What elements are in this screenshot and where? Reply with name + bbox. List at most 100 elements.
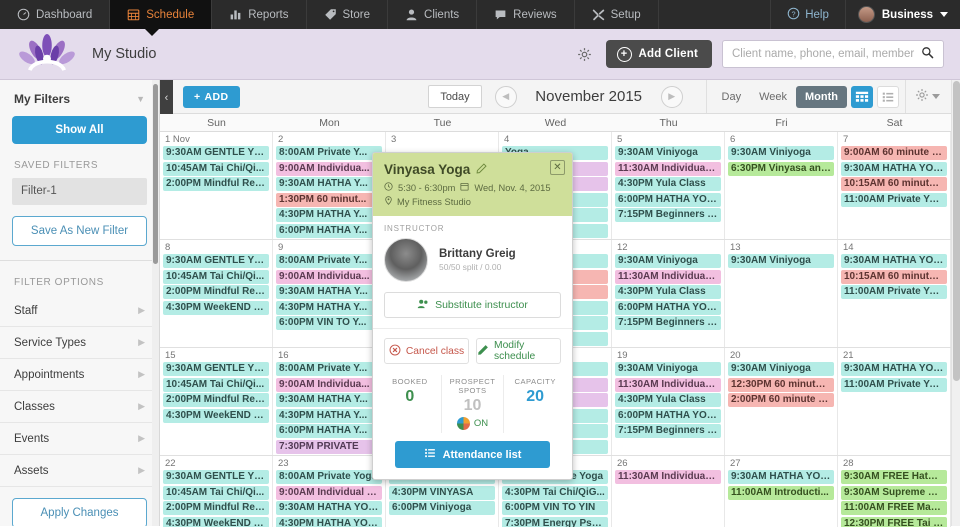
calendar-day-cell[interactable]: 26 11:30AM Individual ...	[612, 456, 725, 527]
view-button-week[interactable]: Week	[750, 86, 796, 108]
calendar-event[interactable]: 9:00AM Individua...	[276, 377, 382, 392]
calendar-event[interactable]: 9:30AM GENTLE YO...	[163, 362, 269, 376]
previous-month-button[interactable]: ◀	[494, 85, 517, 108]
calendar-event[interactable]: 4:30PM Yula Class	[615, 177, 721, 191]
calendar-event[interactable]: 4:30PM Tai Chi/QiG...	[502, 485, 608, 500]
calendar-event[interactable]: 4:30PM WeekEND Fl...	[163, 408, 269, 423]
filter-option-classes[interactable]: Classes ▶	[0, 391, 159, 423]
calendar-day-cell[interactable]: 8 9:30AM GENTLE YO... 10:45AM Tai Chi/Qi..…	[160, 240, 273, 347]
calendar-event[interactable]: 9:30AM Supreme Pe...	[841, 485, 947, 500]
calendar-event[interactable]: 10:15AM 60 minute ...	[841, 269, 947, 284]
calendar-event[interactable]: 2:00PM Mindful Res...	[163, 501, 269, 515]
calendar-day-cell[interactable]: 23 8:00AM Private Yoga 9:00AM Individual S…	[273, 456, 386, 527]
nav-item-setup[interactable]: Setup	[575, 0, 659, 29]
cancel-class-button[interactable]: Cancel class	[384, 338, 469, 364]
calendar-event[interactable]: 9:30AM GENTLE YO...	[163, 254, 269, 268]
calendar-day-cell[interactable]: 5 9:30AM Viniyoga 11:30AM Individual ... 4:…	[612, 132, 725, 239]
calendar-event[interactable]: 6:00PM HATHA Y...	[276, 424, 382, 438]
calendar-day-cell[interactable]: 6 9:30AM Viniyoga 6:30PM Vinyasa and...	[725, 132, 838, 239]
nav-item-schedule[interactable]: Schedule	[110, 0, 213, 29]
calendar-event[interactable]: 6:00PM HATHA YOGA	[615, 408, 721, 423]
calendar-event[interactable]: 11:00AM Private Yoga	[841, 192, 947, 207]
add-event-button[interactable]: + ADD	[183, 85, 240, 108]
sidebar-scrollbar-thumb[interactable]	[153, 84, 158, 264]
nav-item-reports[interactable]: Reports	[212, 0, 307, 29]
calendar-event[interactable]: 9:00AM Individual S...	[276, 485, 382, 500]
calendar-day-cell[interactable]: 12 9:30AM Viniyoga 11:30AM Individual ... 4…	[612, 240, 725, 347]
nav-item-clients[interactable]: Clients	[388, 0, 478, 29]
calendar-event[interactable]: 9:30AM Viniyoga	[728, 362, 834, 376]
calendar-event[interactable]: 11:00AM Private Yoga	[841, 285, 947, 299]
calendar-event[interactable]: 9:30AM Viniyoga	[615, 362, 721, 376]
search-icon[interactable]	[921, 46, 934, 62]
calendar-event[interactable]: 9:00AM Individua...	[276, 161, 382, 176]
calendar-event[interactable]: 7:15PM Beginners Y...	[615, 316, 721, 330]
today-button[interactable]: Today	[428, 85, 482, 108]
calendar-event[interactable]: 4:30PM Yula Class	[615, 285, 721, 299]
calendar-day-cell[interactable]: 2 8:00AM Private Y... 9:00AM Individua... 9…	[273, 132, 386, 239]
help-button[interactable]: ? Help	[771, 0, 846, 29]
calendar-day-cell[interactable]: 20 9:30AM Viniyoga 12:30PM 60 minute ... 2:…	[725, 348, 838, 455]
calendar-day-cell[interactable]: 13 9:30AM Viniyoga	[725, 240, 838, 347]
calendar-event[interactable]: 6:00PM VIN TO Y...	[276, 316, 382, 330]
calendar-event[interactable]: 9:30AM Viniyoga	[615, 146, 721, 160]
calendar-event[interactable]: 4:30PM Yula Class	[615, 393, 721, 407]
calendar-event[interactable]: 6:00PM Viniyoga	[389, 501, 495, 515]
calendar-event[interactable]: 7:15PM Beginners Y...	[615, 424, 721, 438]
calendar-event[interactable]: 6:30PM Vinyasa and...	[728, 161, 834, 176]
prospect-toggle[interactable]: ON	[442, 417, 504, 430]
calendar-event[interactable]: 9:30AM HATHA YOGA	[841, 161, 947, 176]
calendar-event[interactable]: 1:30PM 60 minut...	[276, 192, 382, 207]
substitute-instructor-button[interactable]: Substitute instructor	[384, 292, 561, 318]
calendar-day-cell[interactable]: 19 9:30AM Viniyoga 11:30AM Individual ... 4…	[612, 348, 725, 455]
calendar-event[interactable]: 9:30AM GENTLE YO...	[163, 470, 269, 484]
calendar-event[interactable]: 9:30AM HATHA YOGA	[276, 501, 382, 515]
calendar-event[interactable]: 9:30AM HATHA YOGA	[841, 362, 947, 376]
calendar-event[interactable]: 4:30PM HATHA Y...	[276, 408, 382, 423]
save-as-new-filter-button[interactable]: Save As New Filter	[12, 216, 147, 246]
calendar-event[interactable]: 9:30AM Viniyoga	[728, 146, 834, 160]
next-month-button[interactable]: ▶	[660, 85, 683, 108]
view-button-day[interactable]: Day	[713, 86, 751, 108]
my-filters-header[interactable]: My Filters ▼	[0, 80, 159, 114]
calendar-event[interactable]: 11:00AM Private Yoga	[841, 377, 947, 392]
calendar-day-cell[interactable]: 14 9:30AM HATHA YOGA 10:15AM 60 minute ...…	[838, 240, 951, 347]
calendar-event[interactable]: 9:30AM Viniyoga	[728, 254, 834, 268]
calendar-event[interactable]: 4:30PM WeekEND Fl...	[163, 300, 269, 315]
grid-view-icon[interactable]	[851, 85, 873, 108]
calendar-event[interactable]: 4:30PM WeekEND Fl...	[163, 516, 269, 527]
add-client-button[interactable]: + Add Client	[605, 40, 712, 68]
calendar-day-cell[interactable]: 27 9:30AM HATHA YOGA 11:00AM Introducti...	[725, 456, 838, 527]
client-search-box[interactable]	[722, 40, 944, 68]
calendar-event[interactable]: 2:00PM Mindful Res...	[163, 285, 269, 299]
calendar-event[interactable]: 11:00AM FREE Maki...	[841, 501, 947, 515]
calendar-day-cell[interactable]: 16 8:00AM Private Y... 9:00AM Individua...…	[273, 348, 386, 455]
calendar-event[interactable]: 9:30AM GENTLE YO...	[163, 146, 269, 160]
calendar-settings-button[interactable]	[905, 80, 951, 113]
calendar-day-cell[interactable]: 28 9:30AM FREE Hatha ... 9:30AM Supreme Pe…	[838, 456, 951, 527]
calendar-event[interactable]: 4:30PM HATHA Y...	[276, 208, 382, 222]
calendar-event[interactable]: 9:30AM HATHA Y...	[276, 177, 382, 191]
list-view-icon[interactable]	[877, 85, 899, 108]
calendar-event[interactable]: 8:00AM Private Y...	[276, 146, 382, 160]
calendar-day-cell[interactable]: 22 9:30AM GENTLE YO... 10:45AM Tai Chi/Qi.…	[160, 456, 273, 527]
edit-pencil-icon[interactable]	[476, 162, 487, 177]
calendar-day-cell[interactable]: 1 Nov 9:30AM GENTLE YO... 10:45AM Tai Chi/…	[160, 132, 273, 239]
filter-option-appointments[interactable]: Appointments ▶	[0, 359, 159, 391]
calendar-scrollbar-thumb[interactable]	[953, 81, 960, 381]
filter-option-assets[interactable]: Assets ▶	[0, 455, 159, 487]
calendar-event[interactable]: 12:30PM FREE Tai C...	[841, 516, 947, 527]
calendar-event[interactable]: 6:00PM VIN TO YIN	[502, 501, 608, 515]
calendar-event[interactable]: 9:30AM Viniyoga	[615, 254, 721, 268]
calendar-event[interactable]: 11:30AM Individual ...	[615, 161, 721, 176]
calendar-event[interactable]: 9:30AM HATHA YOGA	[728, 470, 834, 484]
filter-option-staff[interactable]: Staff ▶	[0, 295, 159, 327]
calendar-day-cell[interactable]: 15 9:30AM GENTLE YO... 10:45AM Tai Chi/Qi.…	[160, 348, 273, 455]
calendar-event[interactable]: 9:30AM HATHA YOGA	[841, 254, 947, 268]
calendar-event[interactable]: 6:00PM HATHA YOGA	[615, 192, 721, 207]
calendar-event[interactable]: 10:45AM Tai Chi/Qi...	[163, 485, 269, 500]
calendar-event[interactable]: 2:00PM 60 minute C...	[728, 393, 834, 407]
filter-option-events[interactable]: Events ▶	[0, 423, 159, 455]
calendar-event[interactable]: 8:00AM Private Y...	[276, 254, 382, 268]
sidebar-collapse-handle[interactable]: ‹	[160, 79, 173, 114]
